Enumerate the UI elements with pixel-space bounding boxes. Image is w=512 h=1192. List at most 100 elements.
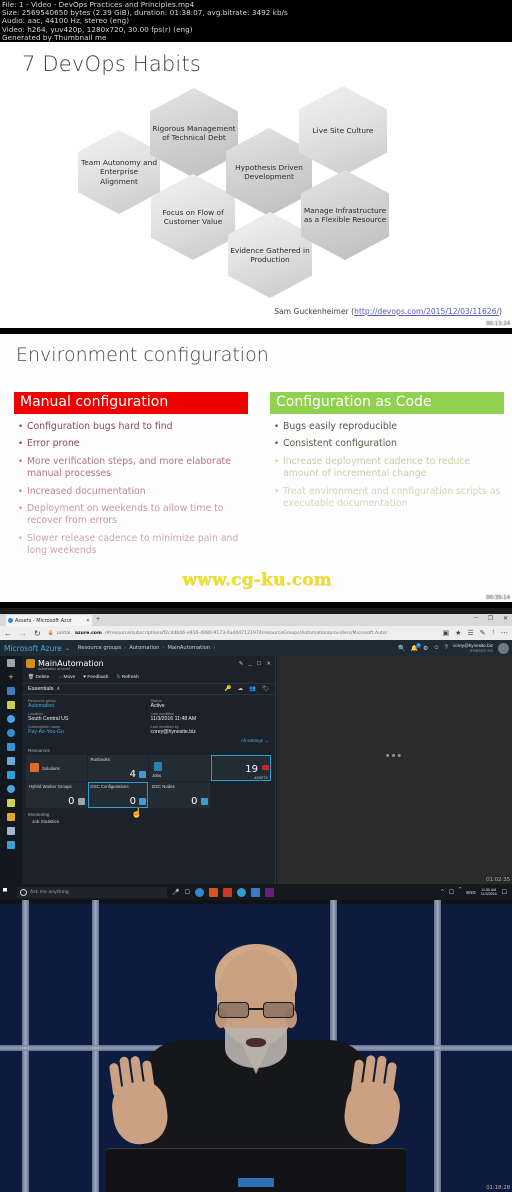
reading-view-icon[interactable]: ▣ bbox=[442, 629, 449, 637]
sidebar-item-sql[interactable] bbox=[0, 782, 22, 796]
refresh-icon[interactable]: ↻ bbox=[34, 629, 41, 638]
new-tab-button[interactable]: + bbox=[96, 616, 100, 623]
hexagon-team-autonomy: Team Autonomy and Enterprise Alignment bbox=[78, 130, 160, 214]
close-icon[interactable]: ✕ bbox=[86, 618, 90, 624]
action-center-icon[interactable]: ☐ bbox=[502, 889, 507, 896]
video-frame-presenter: 01:18:28 bbox=[0, 900, 512, 1192]
bullet-dot-icon: • bbox=[273, 456, 280, 467]
sidebar-item-home[interactable] bbox=[0, 684, 22, 698]
pin-icon[interactable]: ✎ bbox=[239, 661, 244, 667]
attribution: Sam Guckenheimer (http://devops.com/2015… bbox=[274, 307, 502, 316]
feedback-button[interactable]: ♥ Feedback bbox=[83, 675, 108, 680]
close-icon[interactable]: ✕ bbox=[266, 661, 271, 667]
tile-jobs[interactable]: Jobs bbox=[149, 755, 210, 781]
sidebar-item-settings[interactable] bbox=[0, 726, 22, 740]
close-button[interactable]: ✕ bbox=[503, 615, 508, 622]
start-button-icon[interactable] bbox=[3, 887, 8, 892]
breadcrumb-item-mainautomation[interactable]: MainAutomation bbox=[168, 645, 211, 651]
network-icon[interactable]: ☐ bbox=[449, 889, 454, 896]
web-note-icon[interactable]: ✎ bbox=[480, 629, 486, 637]
user-account[interactable]: corey@hynesite.biz HYNESITE, INC bbox=[453, 643, 493, 654]
edge-icon[interactable] bbox=[194, 887, 204, 897]
sidebar-item-recent[interactable] bbox=[0, 712, 22, 726]
monitoring-job-statistics[interactable]: Job Statistics bbox=[22, 818, 275, 824]
sidebar-item-keys[interactable] bbox=[0, 810, 22, 824]
refresh-button[interactable]: ↻ Refresh bbox=[116, 675, 138, 680]
azure-brand[interactable]: Microsoft Azure bbox=[0, 644, 62, 653]
tile-hybrid-worker-groups[interactable]: Hybrid Worker Groups 0 bbox=[26, 782, 87, 808]
search-placeholder: Ask me anything bbox=[30, 889, 69, 895]
sidebar-item-storage[interactable] bbox=[0, 796, 22, 810]
chevron-down-icon[interactable]: ⌄ bbox=[62, 645, 70, 652]
tile-value: 0 bbox=[191, 796, 198, 807]
maximize-icon[interactable]: ☐ bbox=[256, 661, 261, 667]
bullet-dot-icon: • bbox=[17, 439, 24, 450]
restore-button[interactable]: ❐ bbox=[488, 615, 493, 622]
visual-studio-icon[interactable] bbox=[264, 887, 274, 897]
field-value: Active bbox=[150, 703, 165, 709]
skype-icon[interactable] bbox=[236, 887, 246, 897]
word-icon[interactable] bbox=[250, 887, 260, 897]
tile-dsc-configurations[interactable]: DSC Configurations 0 bbox=[87, 782, 148, 808]
attribution-close-paren: ) bbox=[499, 307, 502, 316]
show-hidden-icons[interactable]: ^ bbox=[441, 889, 443, 895]
list-item: • Deployment on weekends to allow time to… bbox=[14, 503, 248, 528]
sidebar-item-dashboard[interactable] bbox=[0, 698, 22, 712]
move-button[interactable]: → Move bbox=[57, 675, 75, 680]
sidebar-item-more[interactable] bbox=[0, 838, 22, 852]
help-icon[interactable]: ? bbox=[445, 645, 448, 651]
powerpoint-icon[interactable] bbox=[222, 887, 232, 897]
field-value[interactable]: Automation bbox=[28, 703, 147, 710]
microphone-icon[interactable]: 🎤 bbox=[172, 889, 179, 896]
tile-solutions[interactable]: Solutions bbox=[26, 755, 87, 781]
feedback-smiley-icon[interactable]: ☺ bbox=[433, 645, 439, 651]
sidebar-item-automation[interactable] bbox=[0, 824, 22, 838]
all-settings-link[interactable]: All settings → bbox=[22, 738, 275, 745]
attribution-link[interactable]: http://devops.com/2015/12/03/11626/ bbox=[354, 307, 499, 316]
task-view-icon[interactable]: ☐ bbox=[184, 889, 189, 896]
field-value[interactable]: Pay-As-You-Go bbox=[28, 729, 147, 736]
clock[interactable]: 11:50 AM 11/3/2016 bbox=[481, 888, 497, 897]
store-icon[interactable] bbox=[208, 887, 218, 897]
tag-icon[interactable]: 🏷 bbox=[262, 686, 269, 692]
search-icon[interactable]: 🔍 bbox=[398, 645, 405, 652]
list-item-label: Slower release cadence to minimize pain … bbox=[27, 532, 239, 557]
address-bar[interactable]: 🔒 portal. azure.com/#resource/subscriptio… bbox=[48, 628, 436, 638]
browser-tab-assets[interactable]: Assets - Microsoft Azur ✕ bbox=[6, 615, 92, 626]
bullet-dot-icon: • bbox=[17, 422, 24, 432]
tile-value: 0 bbox=[68, 796, 75, 807]
key-icon[interactable]: 🔑 bbox=[225, 686, 232, 692]
chevron-up-icon[interactable]: ∧ bbox=[54, 686, 61, 692]
avatar[interactable] bbox=[498, 642, 509, 654]
share-icon[interactable]: ↑ bbox=[492, 629, 496, 637]
essentials-section-header[interactable]: Essentials ∧ 🔑 ☁ 👥 🏷 bbox=[22, 683, 275, 695]
sidebar-item-new[interactable]: + bbox=[0, 670, 22, 684]
notifications-bell-icon[interactable]: 🔔 4 bbox=[410, 642, 421, 652]
forward-icon[interactable]: → bbox=[19, 629, 27, 638]
frame-timestamp: 01:02:35 bbox=[486, 877, 510, 883]
keyboard-icon[interactable]: ⎴ bbox=[459, 889, 461, 896]
minimize-icon[interactable]: _ bbox=[248, 661, 251, 667]
favorite-star-icon[interactable]: ★ bbox=[455, 629, 461, 637]
sidebar-item-app-services[interactable] bbox=[0, 754, 22, 768]
more-icon[interactable]: ⋯ bbox=[501, 629, 508, 637]
language-indicator[interactable]: ENG bbox=[466, 890, 476, 895]
breadcrumb-item-automation[interactable]: Automation bbox=[129, 645, 159, 651]
tile-assets[interactable]: 19 ASSETS bbox=[210, 755, 271, 781]
minimize-button[interactable]: – bbox=[474, 615, 477, 622]
sidebar-item-virtual-machines[interactable] bbox=[0, 768, 22, 782]
tile-runbooks[interactable]: Runbooks 4 bbox=[87, 755, 148, 781]
sidebar-item-resource-groups[interactable] bbox=[0, 740, 22, 754]
tile-dsc-nodes[interactable]: DSC Nodes 0 bbox=[149, 782, 210, 808]
solutions-icon bbox=[30, 763, 39, 772]
sidebar-item-menu[interactable] bbox=[0, 656, 22, 670]
delete-button[interactable]: 🗑 Delete bbox=[28, 675, 49, 680]
users-icon[interactable]: 👥 bbox=[249, 686, 256, 692]
search-input[interactable]: Ask me anything bbox=[17, 886, 167, 898]
gear-icon[interactable]: ⚙ bbox=[423, 645, 428, 652]
hub-icon[interactable]: ☰ bbox=[467, 629, 473, 637]
cloud-icon[interactable]: ☁ bbox=[238, 686, 244, 692]
back-icon[interactable]: ← bbox=[4, 629, 12, 638]
resource-tiles: Solutions Runbooks 4 Jobs 19 ASSETS Hybr… bbox=[22, 755, 275, 808]
breadcrumb-item-resource-groups[interactable]: Resource groups bbox=[78, 645, 121, 651]
